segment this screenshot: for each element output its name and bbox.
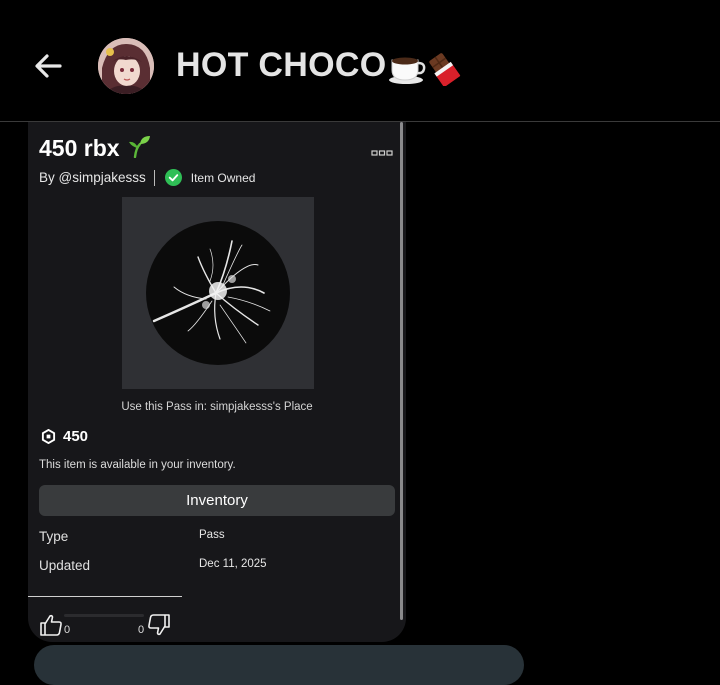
avatar[interactable] bbox=[98, 38, 154, 94]
availability-text: This item is available in your inventory… bbox=[39, 459, 236, 471]
avatar-image bbox=[98, 38, 154, 94]
type-label: Type bbox=[39, 529, 69, 544]
updated-value: Dec 11, 2025 bbox=[199, 558, 267, 570]
item-title: 450 rbx bbox=[39, 134, 152, 162]
thumbs-up-icon[interactable] bbox=[39, 613, 63, 637]
inventory-button[interactable]: Inventory bbox=[39, 485, 395, 516]
type-value: Pass bbox=[199, 529, 225, 541]
chat-header: HOT CHOCO bbox=[0, 0, 720, 122]
checkmark-icon bbox=[164, 169, 182, 186]
more-options-icon[interactable] bbox=[371, 148, 393, 158]
item-card[interactable]: 450 rbx By @simpjakesss Item Owned Use t… bbox=[28, 122, 406, 642]
card-scrollbar[interactable] bbox=[400, 122, 403, 620]
item-thumbnail-image bbox=[146, 221, 290, 365]
item-owned-label: Item Owned bbox=[190, 170, 256, 185]
next-message-bubble bbox=[34, 645, 524, 685]
robux-icon bbox=[41, 429, 56, 444]
vote-ratio-bar bbox=[64, 614, 144, 617]
back-arrow-icon[interactable] bbox=[30, 46, 70, 86]
price-value: 450 bbox=[63, 428, 89, 445]
abstract-artwork bbox=[152, 240, 271, 344]
thumbs-down-icon[interactable] bbox=[147, 613, 171, 637]
upvote-count: 0 bbox=[64, 624, 71, 636]
creator-byline: By @simpjakesss Item Owned bbox=[39, 169, 255, 186]
byline-divider bbox=[153, 169, 155, 186]
chocolate-bar-icon bbox=[429, 53, 461, 87]
divider bbox=[28, 596, 182, 597]
updated-label: Updated bbox=[39, 558, 91, 573]
downvote-count: 0 bbox=[138, 624, 145, 636]
price: 450 bbox=[41, 428, 88, 445]
chat-title: HOT CHOCO bbox=[176, 46, 466, 87]
seedling-icon bbox=[128, 136, 150, 159]
item-title-text: 450 rbx bbox=[39, 135, 120, 161]
use-pass-text: Use this Pass in: simpjakesss's Place bbox=[121, 401, 313, 413]
creator-link[interactable]: By @simpjakesss bbox=[39, 170, 146, 185]
item-thumbnail[interactable] bbox=[122, 197, 314, 389]
chat-title-text: HOT CHOCO bbox=[176, 46, 387, 84]
hot-beverage-icon bbox=[389, 57, 426, 85]
